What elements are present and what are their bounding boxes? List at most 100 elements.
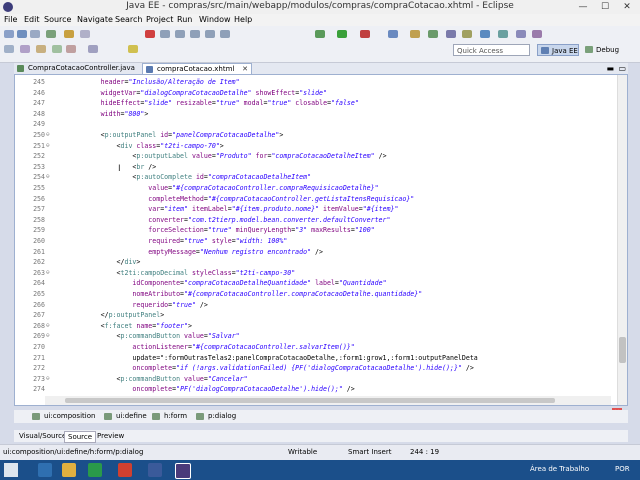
- eclipse-taskbar-icon[interactable]: [175, 463, 191, 479]
- open-folder-icon[interactable]: [410, 30, 420, 38]
- perspective-label: Debug: [596, 46, 620, 54]
- forward-icon[interactable]: [88, 45, 98, 53]
- tag-icon: [152, 413, 160, 420]
- fold-toggle-icon[interactable]: ⊖: [46, 321, 50, 332]
- console-icon[interactable]: [516, 30, 526, 38]
- pin-icon[interactable]: [128, 45, 138, 53]
- ie-icon[interactable]: [38, 463, 52, 477]
- status-writable: Writable: [288, 448, 318, 456]
- cmd-icon[interactable]: [148, 463, 162, 477]
- tab-compracotacaocontroller-java[interactable]: CompraCotacaoController.java: [14, 63, 140, 74]
- desktop-toolbar-label[interactable]: Área de Trabalho: [530, 465, 589, 473]
- breadcrumb-item[interactable]: h:form: [152, 412, 187, 420]
- line-number: 251: [33, 141, 45, 150]
- build-icon[interactable]: [80, 30, 90, 38]
- fold-toggle-icon[interactable]: ⊖: [46, 374, 50, 385]
- menu-search[interactable]: Search: [115, 15, 142, 24]
- line-number: 265: [33, 290, 45, 298]
- step-into-icon[interactable]: [190, 30, 200, 38]
- editor-gutter[interactable]: [15, 75, 25, 405]
- print-icon[interactable]: [46, 30, 56, 38]
- perspective-java-ee[interactable]: Java EE: [537, 44, 579, 56]
- code-text: <div class="t2ti-campo-70">: [53, 141, 224, 150]
- menu-project[interactable]: Project: [146, 15, 173, 24]
- minimize-icon[interactable]: —: [575, 1, 591, 13]
- window-title: Java EE - compras/src/main/webapp/modulo…: [126, 1, 514, 11]
- prev-annotation-icon[interactable]: [52, 45, 62, 53]
- language-indicator[interactable]: POR: [615, 465, 630, 473]
- breadcrumb-item[interactable]: ui:composition: [32, 412, 95, 420]
- code-text: emptyMessage="Nenhum registro encontrado…: [148, 247, 323, 256]
- tab-visual-source[interactable]: Visual/Source: [16, 431, 69, 441]
- excel-icon[interactable]: [88, 463, 102, 477]
- code-text: width="800">: [100, 109, 149, 118]
- quick-access-input[interactable]: Quick Access: [453, 44, 530, 56]
- save-icon[interactable]: [17, 30, 27, 38]
- back-icon[interactable]: [66, 45, 76, 53]
- chrome-icon[interactable]: [118, 463, 132, 477]
- code-text: <br />: [53, 162, 157, 171]
- code-text: <p:commandButton value="Cancelar": [53, 374, 248, 383]
- line-number: 258: [33, 215, 45, 224]
- resume-icon[interactable]: [160, 30, 170, 38]
- code-text: header="Inclusão/Alteração de Item": [100, 78, 240, 86]
- task-icon[interactable]: [462, 30, 472, 38]
- menu-file[interactable]: File: [4, 15, 17, 24]
- line-number: 249: [33, 120, 45, 129]
- fold-toggle-icon[interactable]: ⊖: [46, 172, 50, 183]
- tab-compracotacao-xhtml[interactable]: compraCotacao.xhtml ✕: [142, 63, 252, 74]
- breadcrumb-item[interactable]: ui:define: [104, 412, 147, 420]
- scrollbar-thumb[interactable]: [619, 337, 626, 363]
- code-text: <f:facet name="footer">: [53, 321, 193, 330]
- step-return-icon[interactable]: [220, 30, 230, 38]
- code-text: <p:commandButton value="Salvar": [53, 332, 240, 341]
- outline-icon[interactable]: [532, 30, 542, 38]
- web-browser-icon[interactable]: [480, 30, 490, 38]
- toggle-mark-icon[interactable]: [4, 45, 14, 53]
- new-server-icon[interactable]: [388, 30, 398, 38]
- next-annotation-icon[interactable]: [36, 45, 46, 53]
- run-icon[interactable]: [337, 30, 347, 38]
- vertical-scrollbar[interactable]: [617, 75, 627, 405]
- minimize-editor-icon[interactable]: ▬: [606, 64, 614, 73]
- search-icon[interactable]: [446, 30, 456, 38]
- maximize-icon[interactable]: ☐: [597, 1, 613, 13]
- tab-preview[interactable]: Preview: [94, 431, 127, 441]
- fold-toggle-icon[interactable]: ⊖: [46, 331, 50, 342]
- fold-toggle-icon[interactable]: ⊖: [46, 141, 50, 152]
- new-class-icon[interactable]: [428, 30, 438, 38]
- scrollbar-thumb[interactable]: [65, 398, 555, 403]
- open-type-icon[interactable]: [64, 30, 74, 38]
- save-all-icon[interactable]: [30, 30, 40, 38]
- terminate-icon[interactable]: [145, 30, 155, 38]
- windows-start-icon[interactable]: [4, 463, 18, 477]
- code-editor[interactable]: 245 header="Inclusão/Alteração de Item" 2…: [14, 74, 628, 406]
- breadcrumb-item[interactable]: p:dialog: [196, 412, 236, 420]
- fold-toggle-icon[interactable]: ⊖: [46, 268, 50, 279]
- explorer-icon[interactable]: [62, 463, 76, 477]
- annotation-icon[interactable]: [20, 45, 30, 53]
- line-number: 259: [33, 226, 45, 235]
- menu-window[interactable]: Window: [199, 15, 231, 24]
- line-number: 266: [33, 300, 45, 309]
- menu-help[interactable]: Help: [234, 15, 252, 24]
- new-icon[interactable]: [4, 30, 14, 38]
- breadcrumb: ui:composition ui:define h:form p:dialog: [14, 410, 628, 423]
- menu-edit[interactable]: Edit: [24, 15, 40, 24]
- breadcrumb-label: ui:composition: [44, 412, 96, 420]
- horizontal-scrollbar[interactable]: [45, 396, 611, 405]
- suspend-icon[interactable]: [175, 30, 185, 38]
- menu-run[interactable]: Run: [177, 15, 192, 24]
- markers-icon[interactable]: [498, 30, 508, 38]
- close-icon[interactable]: ✕: [619, 1, 635, 13]
- menu-navigate[interactable]: Navigate: [77, 15, 113, 24]
- menu-source[interactable]: Source: [44, 15, 71, 24]
- debug-perspective-icon: [585, 46, 593, 53]
- maximize-editor-icon[interactable]: ▭: [618, 64, 626, 73]
- tab-source[interactable]: Source: [64, 431, 97, 443]
- external-tools-icon[interactable]: [360, 30, 370, 38]
- fold-toggle-icon[interactable]: ⊖: [46, 130, 50, 141]
- debug-run-icon[interactable]: [315, 30, 325, 38]
- step-over-icon[interactable]: [205, 30, 215, 38]
- perspective-debug[interactable]: Debug: [582, 44, 622, 56]
